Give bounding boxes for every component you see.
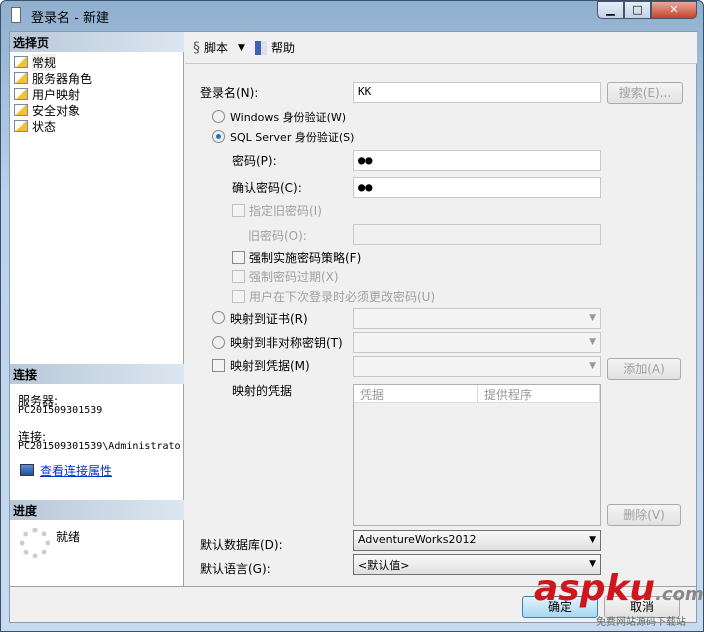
server-value: PC201509301539 [18,405,103,416]
certificate-select[interactable]: ▼ [353,308,601,329]
password-input[interactable]: ●● [353,150,601,171]
enforce-expiration-checkbox[interactable] [232,270,245,283]
page-label: 状态 [32,119,57,134]
close-button[interactable]: ✕ [651,1,697,19]
connection-value: PC201509301539\Administrato [18,441,181,452]
old-password-label: 旧密码(O): [248,229,307,243]
default-language-label: 默认语言(G): [200,562,271,576]
script-dropdown-arrow-icon[interactable]: ▼ [238,43,245,53]
progress-header: 进度 [10,500,184,520]
confirm-password-input[interactable]: ●● [353,177,601,198]
chevron-down-icon: ▼ [589,337,596,347]
watermark-logo: aspku.com [534,568,704,609]
select-page-header: 选择页 [10,32,184,52]
minimize-button[interactable]: ▁ [597,1,624,19]
add-credential-button[interactable]: 添加(A) [607,358,681,380]
page-item-securables[interactable]: 安全对象 [14,102,80,118]
default-database-select[interactable]: AdventureWorks2012 ▼ [353,530,601,551]
mapped-credentials-grid[interactable]: 凭据 提供程序 [353,384,601,526]
enforce-expiration-label: 强制密码过期(X) [249,270,339,284]
progress-status: 就绪 [56,530,81,544]
specify-old-password-label: 指定旧密码(I) [249,204,322,218]
help-button[interactable]: 帮助 [271,39,295,56]
chevron-down-icon: ▼ [589,535,596,545]
specify-old-password-checkbox[interactable] [232,204,245,217]
dialog-window: 登录名 - 新建 ▁ □ ✕ 选择页 常规 服务器角色 用户映射 安全对象 状态… [0,0,704,632]
page-label: 用户映射 [32,87,81,102]
map-certificate-label: 映射到证书(R) [230,312,308,326]
sql-auth-label: SQL Server 身份验证(S) [230,131,355,144]
remove-credential-button[interactable]: 删除(V) [607,504,681,526]
page-icon [14,56,28,68]
default-database-value: AdventureWorks2012 [358,533,477,546]
page-icon [14,72,28,84]
old-password-input[interactable] [353,224,601,245]
asymmetric-key-select[interactable]: ▼ [353,332,601,353]
confirm-password-label: 确认密码(C): [232,181,302,195]
page-label: 常规 [32,53,57,71]
page-item-status[interactable]: 状态 [14,118,56,134]
connection-properties-icon [20,464,34,476]
view-connection-properties-link[interactable]: 查看连接属性 [40,462,112,479]
default-language-value: <默认值> [358,559,410,572]
map-credential-checkbox[interactable] [212,359,225,372]
map-certificate-radio[interactable] [212,311,225,324]
window-icon [11,7,21,23]
sql-auth-radio[interactable] [212,130,225,143]
help-icon [254,40,267,55]
toolbar: § 脚本 ▼ 帮助 [185,32,697,64]
dialog-client: 选择页 常规 服务器角色 用户映射 安全对象 状态 连接 服务器: PC2015… [9,31,697,623]
map-credential-label: 映射到凭据(M) [230,359,310,373]
page-label: 安全对象 [32,103,81,118]
windows-auth-label: Windows 身份验证(W) [230,111,347,124]
windows-auth-radio[interactable] [212,110,225,123]
login-name-label: 登录名(N): [200,86,259,100]
chevron-down-icon: ▼ [589,361,596,371]
must-change-checkbox[interactable] [232,290,245,303]
page-item-general[interactable]: 常规 [14,53,57,71]
page-icon [14,104,28,116]
column-provider[interactable]: 提供程序 [478,385,600,402]
page-item-user-mapping[interactable]: 用户映射 [14,86,80,102]
watermark-subtitle: 免费网站源码下载站 [596,617,686,628]
enforce-policy-label: 强制实施密码策略(F) [249,251,362,265]
column-credential[interactable]: 凭据 [354,385,478,402]
script-icon: § [193,39,200,56]
enforce-policy-checkbox[interactable] [232,251,245,264]
maximize-button[interactable]: □ [624,1,651,19]
mapped-credentials-label: 映射的凭据 [232,384,293,398]
map-asymmetric-key-radio[interactable] [212,336,225,349]
progress-spinner-icon [20,528,50,558]
password-label: 密码(P): [232,154,277,168]
chevron-down-icon: ▼ [589,313,596,323]
page-icon [14,120,28,132]
must-change-label: 用户在下次登录时必须更改密码(U) [249,290,436,304]
search-button[interactable]: 搜索(E)... [607,82,683,104]
page-item-server-roles[interactable]: 服务器角色 [14,70,92,86]
title-bar[interactable]: 登录名 - 新建 ▁ □ ✕ [1,1,703,29]
window-title: 登录名 - 新建 [31,11,109,26]
page-label: 服务器角色 [32,71,93,86]
login-name-input[interactable]: KK [353,82,601,103]
left-panel: 选择页 常规 服务器角色 用户映射 安全对象 状态 连接 服务器: PC2015… [10,32,184,586]
general-page: § 脚本 ▼ 帮助 登录名(N): KK 搜索(E)... Windows 身份… [185,32,697,586]
map-asymmetric-key-label: 映射到非对称密钥(T) [230,336,343,350]
connection-header: 连接 [10,364,184,384]
credential-select[interactable]: ▼ [353,356,601,377]
page-icon [14,88,28,100]
default-database-label: 默认数据库(D): [200,538,283,552]
script-button[interactable]: 脚本 [204,39,228,56]
